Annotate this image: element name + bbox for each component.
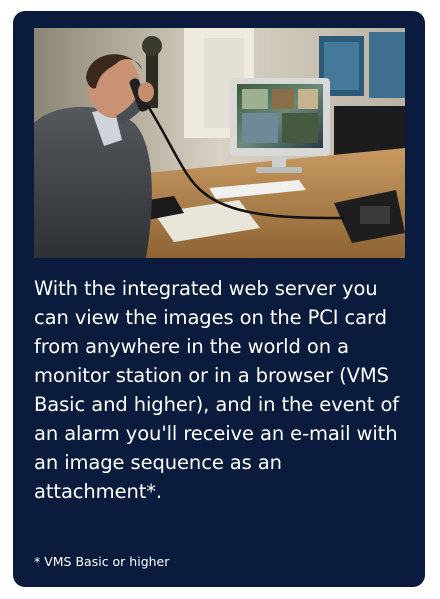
caption-text: With the integrated web server you can v… [34, 277, 400, 503]
office-photo [34, 28, 405, 258]
info-card: With the integrated web server you can v… [13, 11, 425, 587]
footnote-text: * VMS Basic or higher [34, 554, 170, 569]
